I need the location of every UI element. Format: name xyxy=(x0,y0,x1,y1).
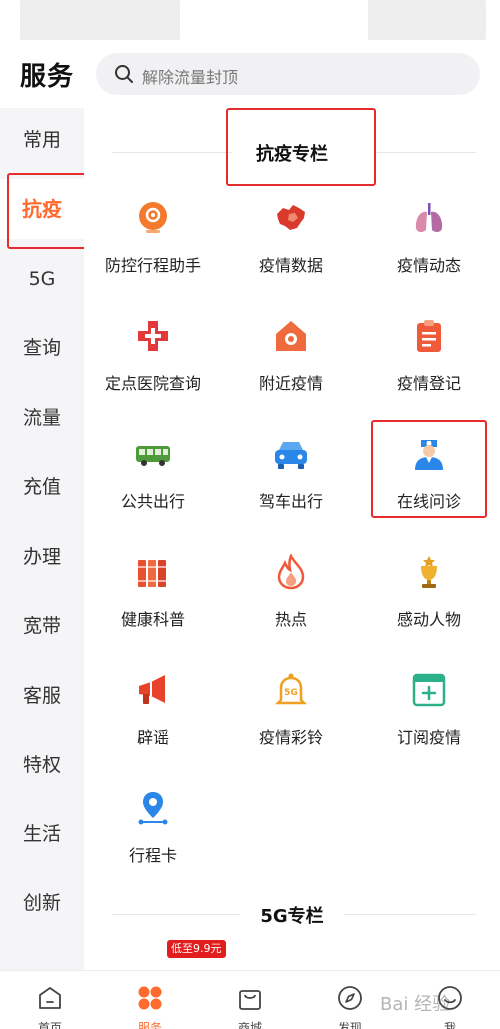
medical-cross-icon xyxy=(138,321,168,351)
megaphone-icon xyxy=(139,675,165,704)
service-item-public-transport[interactable]: 公共出行 xyxy=(84,436,222,554)
highlight-box-online-consult xyxy=(371,420,487,518)
sidebar-item-handle[interactable]: 办理 xyxy=(0,527,84,587)
service-item-travel-assistant[interactable]: 防控行程助手 xyxy=(84,200,222,318)
bus-icon xyxy=(136,446,170,466)
service-item-epidemic-register[interactable]: 疫情登记 xyxy=(360,318,498,436)
search-icon xyxy=(115,65,133,83)
clipboard-icon xyxy=(417,320,441,352)
subscribe-icon xyxy=(412,673,446,707)
app-screen: 服务 解除流量封顶 常用 抗疫 5G 查询 流量 充值 办理 宽带 客服 特权 … xyxy=(0,0,500,1029)
page-title: 服务 xyxy=(20,62,75,92)
flame-icon xyxy=(277,554,305,590)
shopping-bag-icon xyxy=(239,990,261,1010)
highlight-box-section-title xyxy=(226,108,376,186)
service-item-itinerary-card[interactable]: 行程卡 xyxy=(84,790,222,908)
service-item-epidemic-news[interactable]: 疫情动态 xyxy=(360,200,498,318)
service-label: 订阅疫情 xyxy=(396,728,461,747)
blurred-status-right xyxy=(368,0,486,40)
car-icon xyxy=(275,442,307,469)
status-bar xyxy=(0,0,500,42)
sidebar-item-privilege[interactable]: 特权 xyxy=(0,735,84,795)
sidebar-item-query[interactable]: 查询 xyxy=(0,318,84,378)
tab-home[interactable]: 首页 xyxy=(0,971,100,1029)
trophy-icon xyxy=(421,556,437,588)
sidebar-item-data[interactable]: 流量 xyxy=(0,388,84,448)
service-label: 感动人物 xyxy=(396,610,461,629)
section-title: 5G专栏 xyxy=(260,906,324,927)
sidebar-item-common[interactable]: 常用 xyxy=(0,110,84,170)
service-item-rumor-debunk[interactable]: 辟谣 xyxy=(84,672,222,790)
sidebar-item-5g[interactable]: 5G xyxy=(0,249,84,309)
header: 服务 解除流量封顶 xyxy=(0,42,500,108)
service-label: 热点 xyxy=(274,610,307,629)
service-item-touching-people[interactable]: 感动人物 xyxy=(360,554,498,672)
tab-label: 服务 xyxy=(137,1021,162,1029)
china-map-icon xyxy=(277,205,305,230)
service-label: 疫情数据 xyxy=(258,256,323,275)
service-item-health-science[interactable]: 健康科普 xyxy=(84,554,222,672)
service-label: 防控行程助手 xyxy=(104,256,201,275)
sidebar-item-life[interactable]: 生活 xyxy=(0,804,84,864)
lungs-icon xyxy=(415,203,443,233)
tab-label: 商城 xyxy=(237,1021,262,1029)
tab-label: 首页 xyxy=(37,1021,62,1029)
service-label: 疫情动态 xyxy=(396,256,461,275)
compass-icon xyxy=(338,986,362,1010)
promo-badge: 低至9.9元 xyxy=(167,940,226,958)
service-item-driving[interactable]: 驾车出行 xyxy=(222,436,360,554)
service-label: 疫情登记 xyxy=(396,374,461,393)
house-icon xyxy=(276,321,306,351)
service-item-hospital-query[interactable]: 定点医院查询 xyxy=(84,318,222,436)
highlight-box-sidebar xyxy=(7,173,95,249)
service-content: 抗疫专栏 防控行程助手 疫情数据 疫情动态 定点医院查询 附近疫情 疫情登记 公… xyxy=(84,108,500,970)
route-icon xyxy=(138,792,168,825)
service-label: 疫情彩铃 xyxy=(258,728,323,747)
search-bar[interactable]: 解除流量封顶 xyxy=(96,53,480,95)
tab-label: 发现 xyxy=(337,1021,362,1029)
service-label: 健康科普 xyxy=(120,610,185,629)
location-pin-icon xyxy=(139,202,167,233)
service-item-hot-topics[interactable]: 热点 xyxy=(222,554,360,672)
books-icon xyxy=(138,560,166,587)
service-item-epidemic-data[interactable]: 疫情数据 xyxy=(222,200,360,318)
watermark: Bai 经验 xyxy=(380,994,451,1015)
service-label: 行程卡 xyxy=(128,846,177,865)
service-item-epidemic-ringtone[interactable]: 5G 疫情彩铃 xyxy=(222,672,360,790)
blurred-status-left xyxy=(20,0,180,40)
sidebar-item-innovation[interactable]: 创新 xyxy=(0,873,84,933)
tab-label: 我 xyxy=(443,1021,456,1029)
tab-service[interactable]: 服务 xyxy=(100,971,200,1029)
sidebar-item-customer-service[interactable]: 客服 xyxy=(0,666,84,726)
section-header-5g: 5G专栏 xyxy=(84,894,500,934)
search-placeholder: 解除流量封顶 xyxy=(142,68,239,87)
sidebar-item-recharge[interactable]: 充值 xyxy=(0,457,84,517)
service-grid-icon xyxy=(138,986,162,1010)
sidebar-item-broadband[interactable]: 宽带 xyxy=(0,596,84,656)
tab-mall[interactable]: 商城 xyxy=(200,971,300,1029)
service-label: 定点医院查询 xyxy=(104,374,201,393)
service-label: 附近疫情 xyxy=(258,374,323,393)
service-label: 辟谣 xyxy=(136,728,169,747)
service-label: 公共出行 xyxy=(120,492,185,511)
bell-5g-icon: 5G xyxy=(274,673,308,705)
service-item-nearby-epidemic[interactable]: 附近疫情 xyxy=(222,318,360,436)
service-item-subscribe-epidemic[interactable]: 订阅疫情 xyxy=(360,672,498,790)
home-icon xyxy=(39,987,61,1009)
service-label: 驾车出行 xyxy=(258,492,323,511)
svg-text:5G: 5G xyxy=(284,688,298,698)
